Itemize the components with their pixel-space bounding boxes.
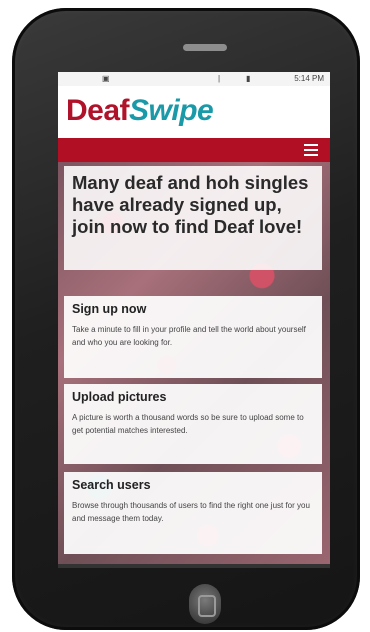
deafswipe-logo[interactable]: DeafSwipe bbox=[66, 94, 214, 128]
earpiece-speaker bbox=[183, 44, 227, 51]
battery-icon: ▮ bbox=[246, 74, 251, 83]
content-area: Many deaf and hoh singles have already s… bbox=[58, 162, 330, 568]
logo-text-swipe: Swipe bbox=[129, 94, 214, 127]
card-upload-pictures[interactable]: Upload pictures A picture is worth a tho… bbox=[64, 384, 322, 464]
vibrate-icon: | bbox=[218, 74, 221, 83]
home-button-icon bbox=[198, 595, 216, 617]
status-time: 5:14 PM bbox=[294, 74, 324, 83]
site-header: DeafSwipe bbox=[58, 86, 330, 138]
hamburger-menu-icon[interactable] bbox=[304, 144, 318, 156]
card-body: Browse through thousands of users to fin… bbox=[72, 501, 310, 523]
card-search-users[interactable]: Search users Browse through thousands of… bbox=[64, 472, 322, 554]
notification-icon: ▣ bbox=[102, 74, 110, 83]
card-sign-up[interactable]: Sign up now Take a minute to fill in you… bbox=[64, 296, 322, 378]
bottom-edge bbox=[58, 564, 330, 568]
card-title: Sign up now bbox=[72, 302, 147, 316]
hero-headline: Many deaf and hoh singles have already s… bbox=[72, 172, 309, 237]
home-button[interactable] bbox=[189, 584, 221, 624]
card-body: A picture is worth a thousand words so b… bbox=[72, 413, 304, 435]
card-title: Upload pictures bbox=[72, 390, 167, 404]
phone-screen: ▣ | ▮ 5:14 PM DeafSwipe Many deaf and ho… bbox=[58, 72, 330, 568]
card-body: Take a minute to fill in your profile an… bbox=[72, 325, 306, 347]
card-title: Search users bbox=[72, 478, 151, 492]
nav-bar bbox=[58, 138, 330, 162]
status-bar: ▣ | ▮ 5:14 PM bbox=[58, 72, 330, 86]
logo-text-deaf: Deaf bbox=[66, 94, 130, 127]
hero-panel: Many deaf and hoh singles have already s… bbox=[64, 166, 322, 270]
